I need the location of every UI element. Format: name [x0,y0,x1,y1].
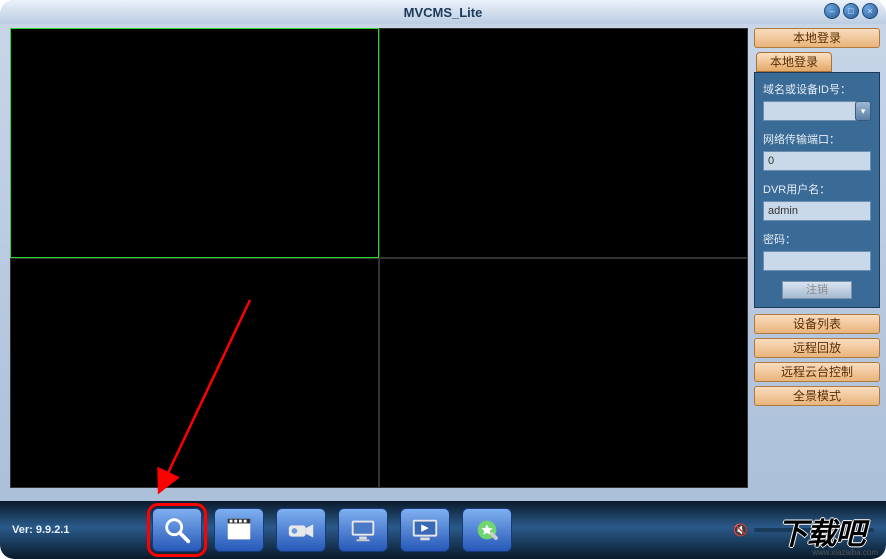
port-input[interactable] [763,151,871,171]
video-cell-3[interactable] [10,258,379,488]
sidebar: 本地登录 本地登录 域名或设备ID号： ▾ 网络传输端口： DVR用户名： 密码… [754,28,880,492]
video-grid [10,28,748,488]
tv-icon [410,515,440,545]
logout-button[interactable]: 注销 [782,281,852,299]
tv-button[interactable] [400,508,450,552]
watermark-logo: 下载吧 www.xiazaiba.com [756,503,886,559]
panorama-button[interactable]: 全景模式 [754,386,880,406]
ptz-control-button[interactable]: 远程云台控制 [754,362,880,382]
logo-text: 下载吧 [778,509,865,553]
maximize-button[interactable]: □ [843,3,859,19]
video-cell-2[interactable] [379,28,748,258]
username-input[interactable] [763,201,871,221]
search-button[interactable] [152,508,202,552]
password-input[interactable] [763,251,871,271]
video-cell-4[interactable] [379,258,748,488]
settings-icon [472,515,502,545]
film-icon [224,515,254,545]
camcorder-icon [286,515,316,545]
content-area: 本地登录 本地登录 域名或设备ID号： ▾ 网络传输端口： DVR用户名： 密码… [0,24,886,492]
version-label: Ver: 9.9.2.1 [12,524,152,536]
username-label: DVR用户名： [763,181,871,197]
port-label: 网络传输端口： [763,131,871,147]
logo-url: www.xiazaiba.com [812,548,878,557]
device-list-button[interactable]: 设备列表 [754,314,880,334]
speaker-icon[interactable]: 🔇 [733,523,748,537]
toolbar [152,508,512,552]
window-title: MVCMS_Lite [404,5,483,20]
video-cell-1[interactable] [10,28,379,258]
local-login-header[interactable]: 本地登录 [754,28,880,48]
camcorder-button[interactable] [276,508,326,552]
main-window: MVCMS_Lite – □ × 本地登录 本地登录 域名或设备ID号： ▾ 网… [0,0,886,559]
device-id-input[interactable] [763,101,857,121]
monitor-button[interactable] [338,508,388,552]
device-id-dropdown[interactable]: ▾ [855,101,871,121]
remote-playback-button[interactable]: 远程回放 [754,338,880,358]
close-button[interactable]: × [862,3,878,19]
local-login-tab[interactable]: 本地登录 [756,52,832,72]
bottom-bar: Ver: 9.9.2.1 [0,501,886,559]
device-id-label: 域名或设备ID号： [763,81,871,97]
password-label: 密码： [763,231,871,247]
titlebar[interactable]: MVCMS_Lite – □ × [0,0,886,24]
window-controls: – □ × [824,3,878,19]
search-icon [162,515,192,545]
minimize-button[interactable]: – [824,3,840,19]
monitor-icon [348,515,378,545]
login-panel: 域名或设备ID号： ▾ 网络传输端口： DVR用户名： 密码： 注销 [754,72,880,308]
film-button[interactable] [214,508,264,552]
settings-button[interactable] [462,508,512,552]
